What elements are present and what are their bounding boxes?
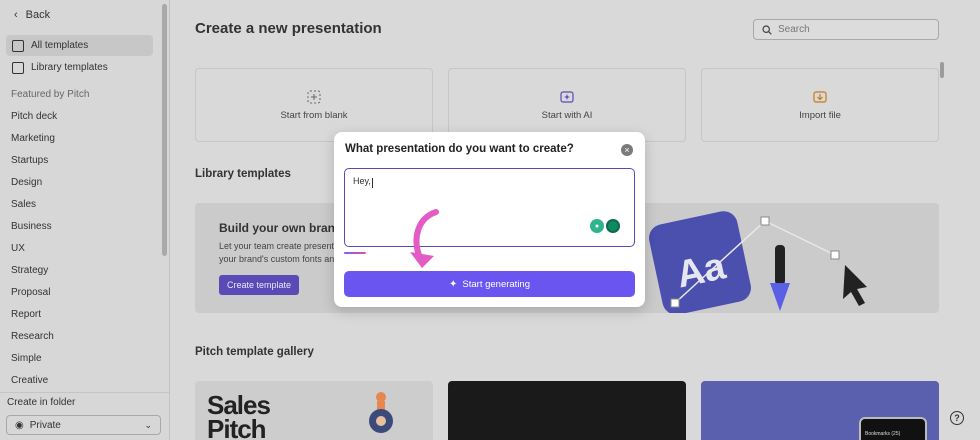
category-creative[interactable]: Creative — [11, 375, 48, 386]
library-icon — [12, 61, 24, 74]
search-icon — [762, 24, 772, 35]
user-circle-icon: ◉ — [15, 419, 24, 431]
category-proposal[interactable]: Proposal — [11, 287, 50, 298]
create-in-folder-label: Create in folder — [7, 397, 76, 408]
banner-text-line: your brand's custom fonts and — [219, 254, 340, 264]
category-marketing[interactable]: Marketing — [11, 133, 55, 144]
category-report[interactable]: Report — [11, 309, 41, 320]
import-icon — [813, 90, 827, 103]
phone-mockup: Bookmarks (25) — [859, 417, 927, 440]
library-templates-heading: Library templates — [195, 168, 291, 180]
grammarly-icon[interactable] — [606, 219, 620, 233]
start-with-ai-card[interactable]: Start with AI — [448, 68, 686, 142]
gallery-card-text: Sales Pitch — [207, 392, 271, 440]
folder-select[interactable]: ◉ Private ⌄ — [6, 415, 161, 435]
category-ux[interactable]: UX — [11, 243, 25, 254]
prompt-input[interactable] — [344, 168, 635, 247]
category-sales[interactable]: Sales — [11, 199, 36, 210]
nav-label: Library templates — [31, 62, 108, 73]
card-label: Start from blank — [280, 109, 348, 121]
back-button[interactable]: ‹ Back — [14, 9, 50, 21]
sidebar-footer: Create in folder ◉ Private ⌄ — [0, 392, 169, 440]
category-research[interactable]: Research — [11, 331, 54, 342]
search-box[interactable] — [753, 19, 939, 40]
main-scrollbar[interactable] — [940, 62, 944, 78]
modal-title: What presentation do you want to create? — [345, 143, 574, 155]
gallery-card-dark[interactable] — [448, 381, 686, 440]
card-label: Start with AI — [541, 109, 593, 121]
brand-illustration: Aa — [649, 211, 867, 313]
sparkle-icon: ✦ — [449, 278, 458, 290]
ai-prompt-modal: What presentation do you want to create?… — [334, 132, 645, 307]
dashed-plus-icon — [307, 90, 321, 103]
close-icon[interactable]: × — [621, 144, 633, 156]
nav-library-templates[interactable]: Library templates — [6, 57, 153, 78]
category-pitch-deck[interactable]: Pitch deck — [11, 111, 57, 122]
nav-label: All templates — [31, 40, 89, 51]
card-label: Import file — [799, 109, 841, 121]
chevron-down-icon: ⌄ — [144, 419, 152, 430]
gallery-card-text-line: Pitch — [207, 414, 267, 440]
gallery-card-bookmarks[interactable]: Bookmarks (25) — [701, 381, 939, 440]
chevron-left-icon: ‹ — [14, 9, 18, 21]
start-generating-button[interactable]: ✦ Start generating — [344, 271, 635, 297]
sidebar-scrollbar[interactable] — [162, 4, 167, 256]
help-button[interactable]: ? — [950, 411, 964, 425]
start-from-blank-card[interactable]: Start from blank — [195, 68, 433, 142]
banner-text: Let your team create presentat your bran… — [219, 240, 349, 266]
prompt-progress-bar — [344, 252, 366, 254]
search-input[interactable] — [778, 24, 928, 35]
create-template-button[interactable]: Create template — [219, 275, 300, 295]
category-startups[interactable]: Startups — [11, 155, 48, 166]
lightbulb-icon[interactable]: ● — [590, 219, 604, 233]
featured-heading: Featured by Pitch — [11, 89, 90, 100]
back-label: Back — [25, 9, 51, 21]
gallery-heading: Pitch template gallery — [195, 346, 314, 358]
banner-heading: Build your own brand — [219, 221, 343, 235]
ai-sparkle-icon — [560, 90, 574, 103]
text-caret — [372, 178, 373, 188]
folder-select-value: Private — [29, 419, 61, 431]
category-simple[interactable]: Simple — [11, 353, 42, 364]
gallery-card-sales-pitch[interactable]: Sales Pitch — [195, 381, 433, 440]
phone-text: Bookmarks (25) — [865, 431, 901, 437]
category-design[interactable]: Design — [11, 177, 42, 188]
banner-text-line: Let your team create presentat — [219, 241, 342, 251]
start-generating-label: Start generating — [462, 278, 530, 290]
gallery-shape-art — [369, 392, 393, 433]
category-strategy[interactable]: Strategy — [11, 265, 48, 276]
templates-icon — [12, 39, 24, 52]
sidebar: ‹ Back All templates Library templates F… — [0, 0, 170, 440]
nav-all-templates[interactable]: All templates — [6, 35, 153, 56]
category-business[interactable]: Business — [11, 221, 52, 232]
import-file-card[interactable]: Import file — [701, 68, 939, 142]
page-title: Create a new presentation — [195, 20, 382, 37]
